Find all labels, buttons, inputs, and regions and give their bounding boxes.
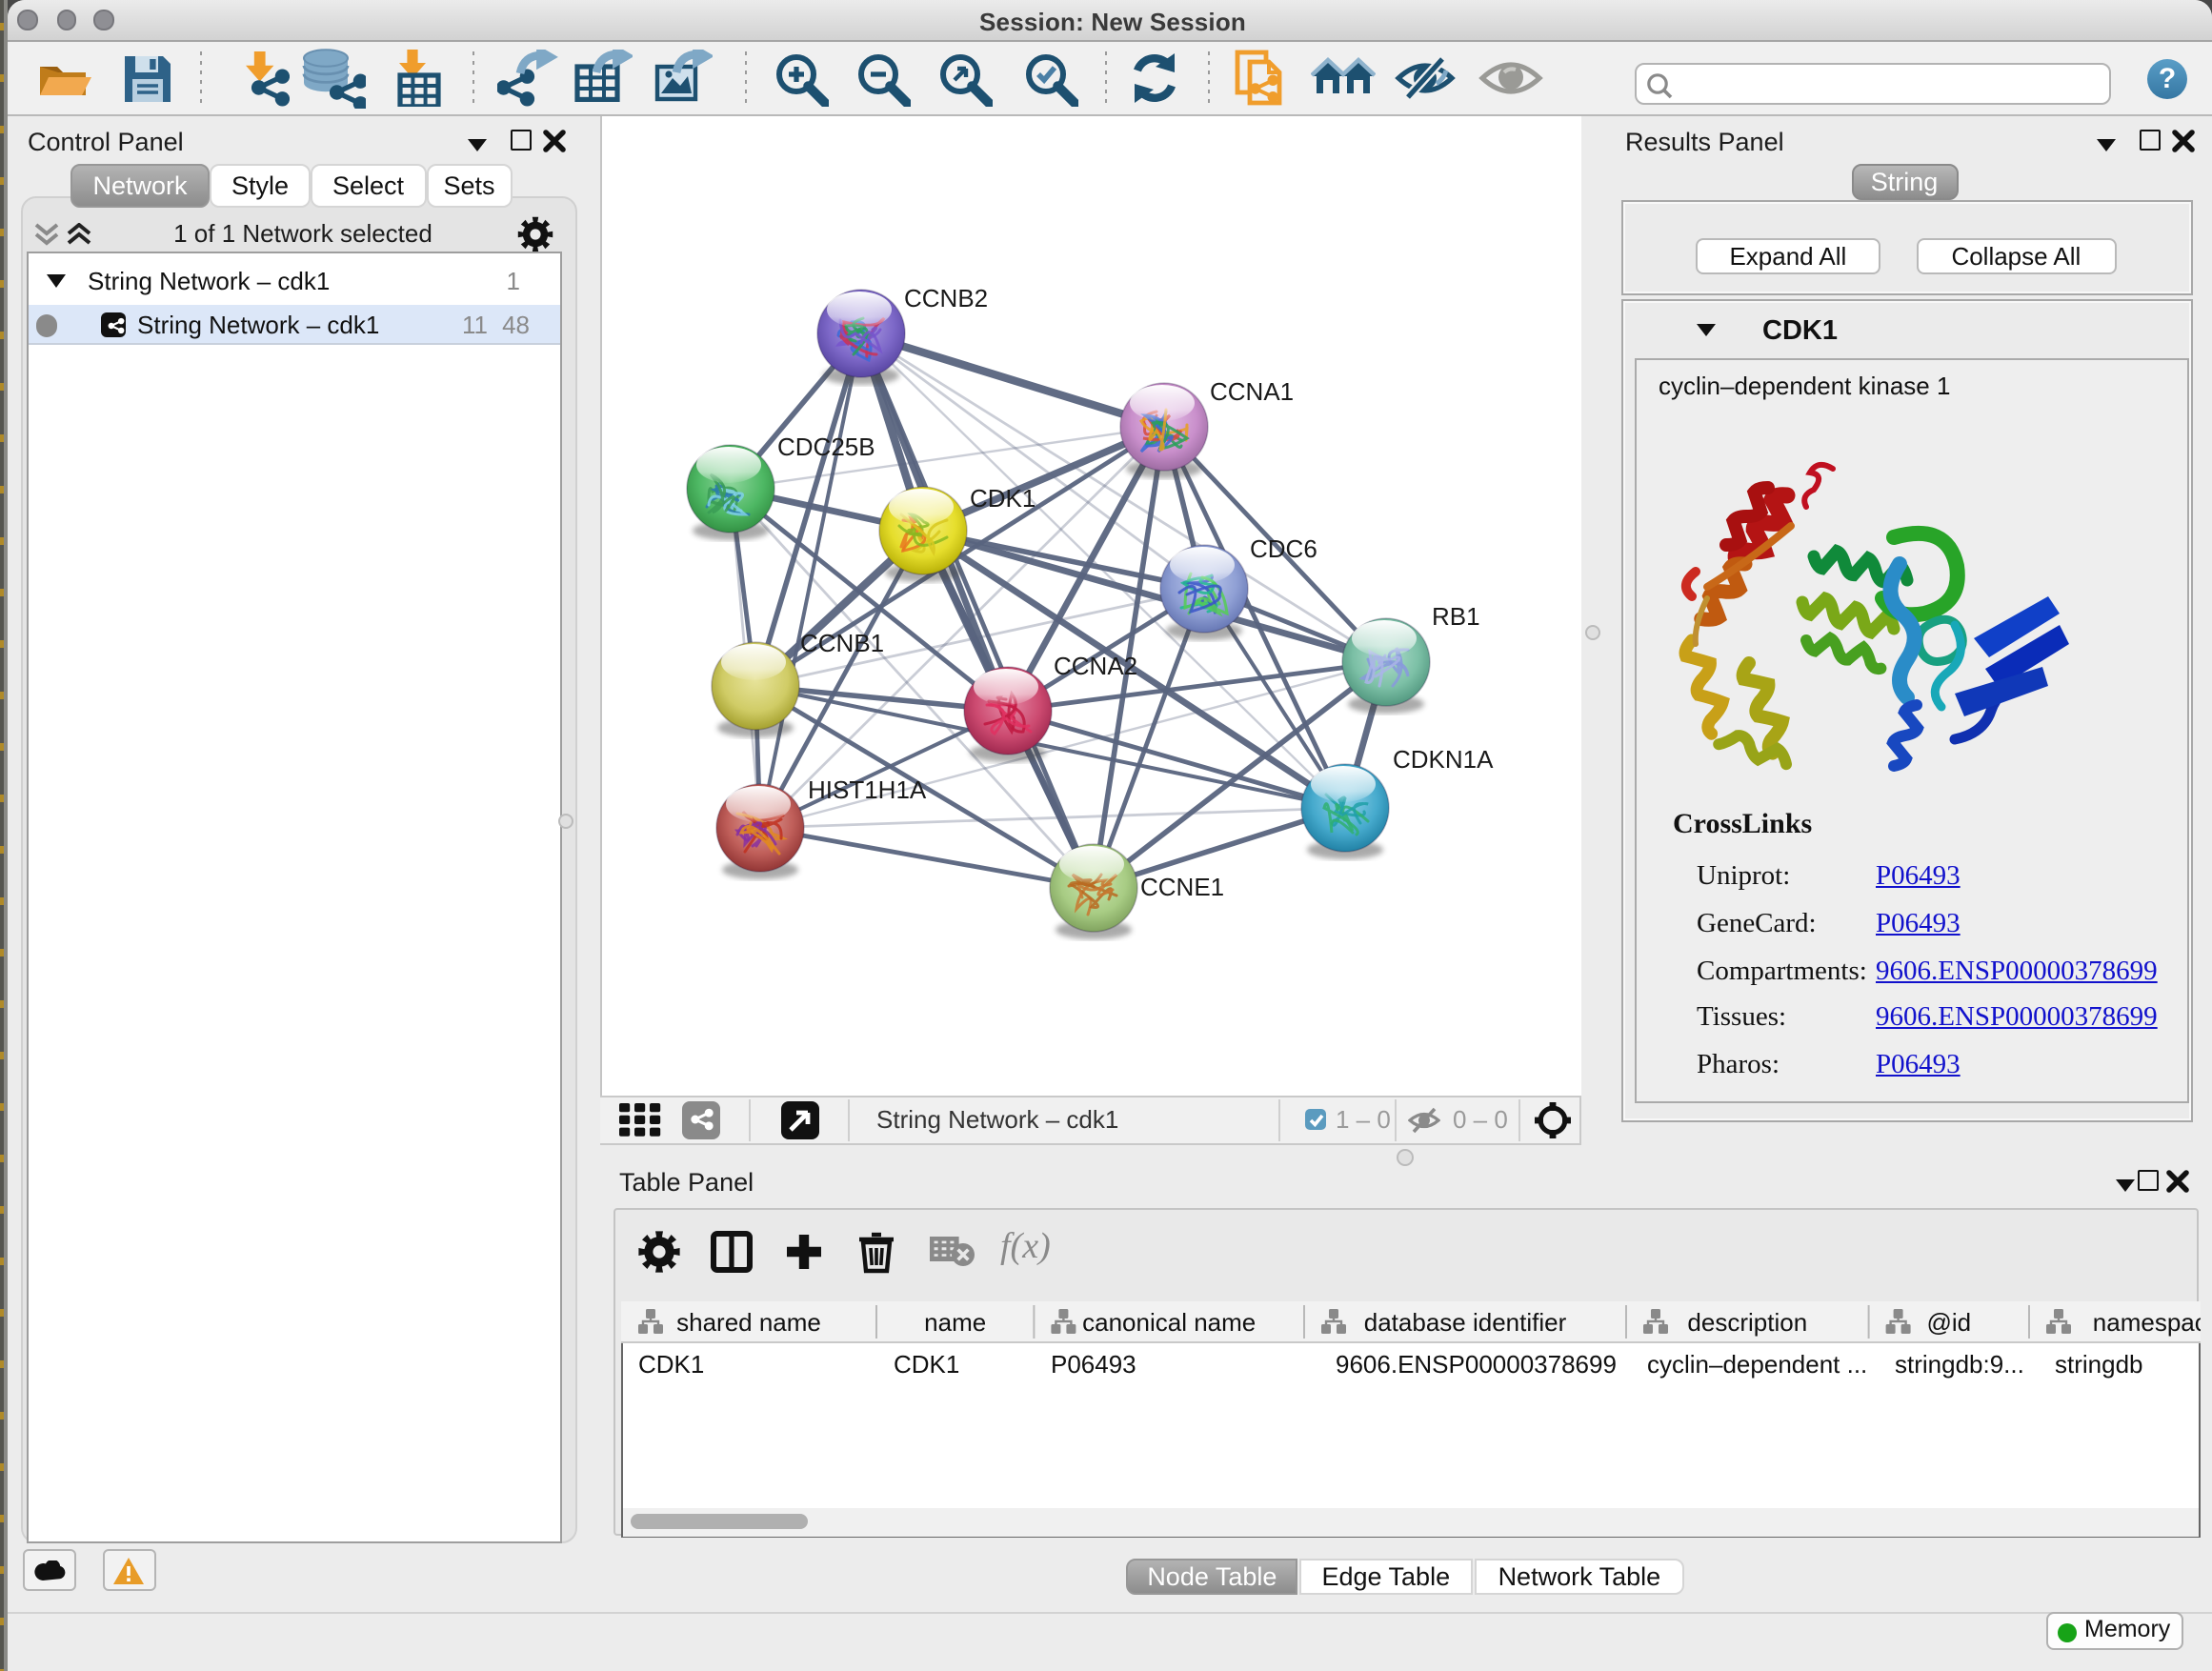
svg-text:9606.ENSP00000378699: 9606.ENSP00000378699 [1335,1349,1616,1378]
svg-text:CCNB2: CCNB2 [904,284,988,312]
svg-text:CDK1: CDK1 [893,1349,958,1378]
svg-text:CDK1: CDK1 [970,484,1036,513]
svg-text:CDKN1A: CDKN1A [1393,745,1494,774]
svg-text:cyclin–dependent ...: cyclin–dependent ... [1646,1349,1866,1378]
svg-text:shared name: shared name [675,1307,820,1336]
svg-text:CDC6: CDC6 [1250,534,1317,563]
svg-text:P06493: P06493 [1050,1349,1136,1378]
svg-text:CCNB1: CCNB1 [800,629,884,657]
svg-text:stringdb:9...: stringdb:9... [1894,1349,2023,1378]
svg-text:RB1: RB1 [1432,602,1480,631]
svg-text:@id: @id [1925,1307,1970,1336]
svg-text:CCNE1: CCNE1 [1140,873,1224,901]
svg-text:HIST1H1A: HIST1H1A [808,775,927,804]
svg-text:CDK1: CDK1 [637,1349,703,1378]
svg-text:database identifier: database identifier [1363,1307,1566,1336]
svg-text:canonical name: canonical name [1081,1307,1255,1336]
svg-text:name: name [923,1307,985,1336]
svg-text:stringdb: stringdb [2054,1349,2142,1378]
svg-text:CCNA1: CCNA1 [1210,377,1294,406]
svg-text:namespace: namespace [2092,1307,2201,1336]
svg-text:description: description [1686,1307,1806,1336]
svg-text:CCNA2: CCNA2 [1054,652,1137,680]
svg-text:CDC25B: CDC25B [777,433,875,461]
